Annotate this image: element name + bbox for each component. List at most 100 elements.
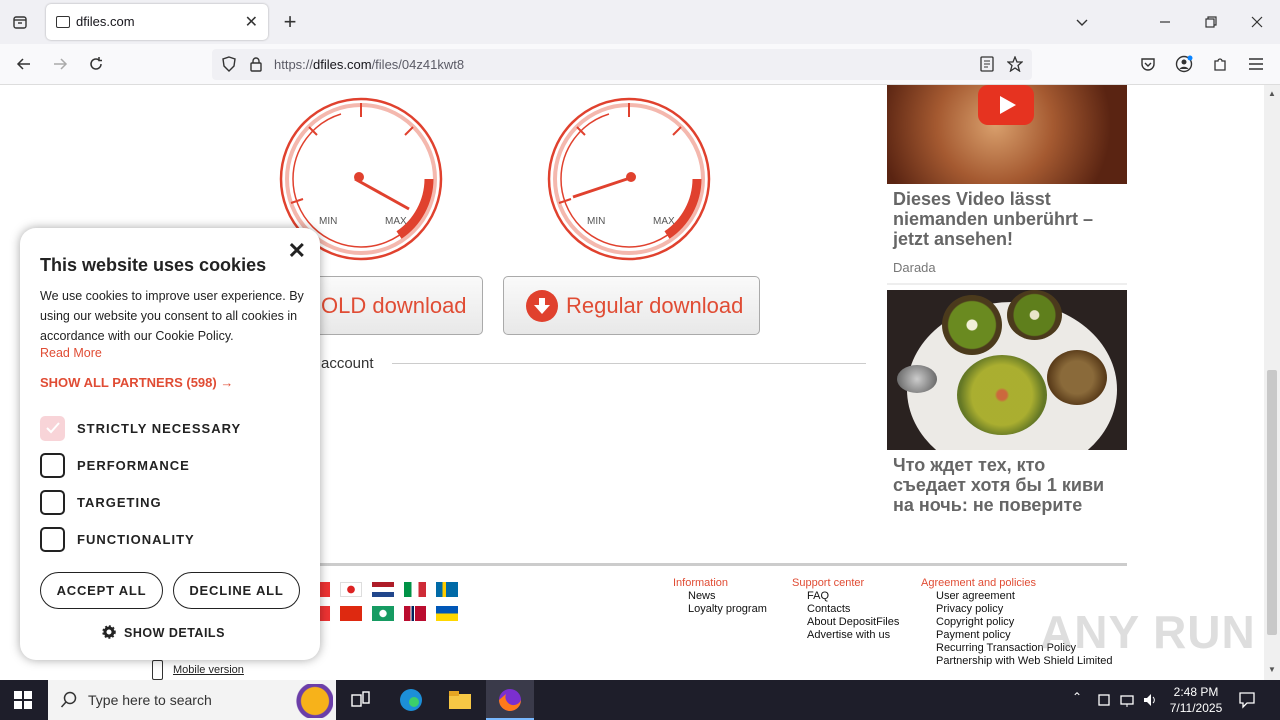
scroll-down-icon[interactable]: ▼ xyxy=(1268,665,1276,674)
flag-sweden-icon[interactable] xyxy=(436,582,458,597)
mobile-version-link[interactable]: Mobile version xyxy=(152,660,244,680)
flag-norway-icon[interactable] xyxy=(404,606,426,621)
flag-icon[interactable] xyxy=(372,606,394,621)
reload-icon[interactable] xyxy=(86,54,106,74)
regular-speed-gauge: MIN MAX xyxy=(547,97,711,261)
cookie-dialog-body: We use cookies to improve user experienc… xyxy=(40,289,304,343)
footer-heading: Agreement and policies xyxy=(921,577,1036,589)
cookie-option-performance[interactable]: PERFORMANCE xyxy=(40,452,310,478)
ad-title[interactable]: Что ждет тех, кто съедает хотя бы 1 киви… xyxy=(893,455,1118,515)
read-more-link[interactable]: Read More xyxy=(40,346,102,360)
gear-icon xyxy=(102,625,116,639)
cookie-option-targeting[interactable]: TARGETING xyxy=(40,489,310,515)
tracking-protection-shield-icon[interactable] xyxy=(220,55,238,73)
checkbox[interactable] xyxy=(40,415,65,441)
flag-china-icon[interactable] xyxy=(340,606,362,621)
firefox-taskbar-button[interactable] xyxy=(486,680,534,720)
footer-link[interactable]: Advertise with us xyxy=(792,629,899,642)
windows-start-icon[interactable] xyxy=(14,691,32,709)
network-icon[interactable] xyxy=(1119,692,1135,708)
mobile-phone-icon xyxy=(152,660,163,680)
firefox-icon xyxy=(499,689,521,711)
pocket-icon[interactable] xyxy=(1138,54,1158,74)
taskbar-search-box[interactable]: Type here to search xyxy=(48,680,336,720)
footer-link[interactable]: User agreement xyxy=(921,590,1113,603)
accept-all-button[interactable]: ACCEPT ALL xyxy=(40,572,163,609)
browser-tab[interactable]: dfiles.com ✕ xyxy=(46,4,268,40)
show-partners-link[interactable]: SHOW ALL PARTNERS (598) → xyxy=(40,375,233,390)
footer-heading: Information xyxy=(673,577,729,589)
scroll-up-icon[interactable]: ▲ xyxy=(1268,89,1276,98)
gold-download-button[interactable]: OLD download xyxy=(300,276,483,335)
page-scrollbar[interactable]: ▲ ▼ xyxy=(1264,85,1280,680)
tab-list-icon[interactable] xyxy=(10,12,30,32)
url-text[interactable]: https://dfiles.com/files/04z41kwt8 xyxy=(274,57,464,72)
cookie-dialog-title: This website uses cookies xyxy=(40,255,267,275)
search-placeholder: Type here to search xyxy=(88,692,212,708)
account-icon[interactable] xyxy=(1174,54,1194,74)
close-icon[interactable]: ✕ xyxy=(288,238,306,264)
cookie-consent-dialog: ✕ This website uses cookies We use cooki… xyxy=(20,228,320,660)
menu-hamburger-icon[interactable] xyxy=(1246,54,1266,74)
flag-ukraine-icon[interactable] xyxy=(436,606,458,621)
close-window-icon[interactable] xyxy=(1247,12,1267,32)
footer-column-information: Information News Loyalty program xyxy=(673,577,767,616)
footer-link[interactable]: News xyxy=(673,590,767,603)
usb-device-icon[interactable] xyxy=(1096,692,1112,708)
back-icon[interactable] xyxy=(14,54,34,74)
cookie-option-label: FUNCTIONALITY xyxy=(77,531,195,547)
taskbar-clock[interactable]: 2:48 PM 7/11/2025 xyxy=(1168,684,1224,716)
gauge-max-label: MAX xyxy=(385,216,407,227)
lock-icon[interactable] xyxy=(247,55,265,73)
new-tab-icon[interactable]: + xyxy=(280,9,300,34)
restore-icon[interactable] xyxy=(1201,12,1221,32)
mobile-version-label: Mobile version xyxy=(173,663,244,676)
checkbox[interactable] xyxy=(40,526,65,552)
decline-all-button[interactable]: DECLINE ALL xyxy=(173,572,300,609)
bookmark-star-icon[interactable] xyxy=(1006,55,1024,73)
cookie-option-strictly-necessary[interactable]: STRICTLY NECESSARY xyxy=(40,415,310,441)
gauge-min-label: MIN xyxy=(587,216,605,227)
address-bar[interactable]: https://dfiles.com/files/04z41kwt8 xyxy=(212,49,1032,80)
forward-icon[interactable] xyxy=(50,54,70,74)
flag-netherlands-icon[interactable] xyxy=(372,582,394,597)
footer-link[interactable]: About DepositFiles xyxy=(792,616,899,629)
cookie-option-functionality[interactable]: FUNCTIONALITY xyxy=(40,526,310,552)
divider xyxy=(887,283,1127,285)
site-favicon-icon xyxy=(56,16,70,28)
notifications-icon[interactable] xyxy=(1238,691,1256,709)
volume-icon[interactable] xyxy=(1142,692,1158,708)
ad-kiwi-image[interactable] xyxy=(887,290,1127,450)
footer-link[interactable]: Contacts xyxy=(792,603,899,616)
play-icon[interactable] xyxy=(978,85,1034,125)
flag-italy-icon[interactable] xyxy=(404,582,426,597)
gauge-max-label: MAX xyxy=(653,216,675,227)
edge-browser-icon[interactable] xyxy=(397,686,425,714)
list-all-tabs-icon[interactable] xyxy=(1072,12,1092,32)
show-details-label: SHOW DETAILS xyxy=(124,626,225,640)
ad-title[interactable]: Dieses Video lässt niemanden unberührt –… xyxy=(893,189,1118,249)
checkbox[interactable] xyxy=(40,489,65,515)
flag-japan-icon[interactable] xyxy=(340,582,362,597)
file-explorer-icon[interactable] xyxy=(446,686,474,714)
anyrun-watermark: ANY RUN xyxy=(1040,606,1256,658)
task-view-icon[interactable] xyxy=(346,686,374,714)
windows-taskbar: Type here to search ⌃ 2:48 PM 7/11/2025 xyxy=(0,680,1280,720)
url-domain: dfiles.com xyxy=(313,57,372,72)
checkbox[interactable] xyxy=(40,452,65,478)
scrollbar-thumb[interactable] xyxy=(1267,370,1277,635)
footer-link[interactable]: Loyalty program xyxy=(673,603,767,616)
url-path: /files/04z41kwt8 xyxy=(371,57,465,72)
footer-column-support: Support center FAQ Contacts About Deposi… xyxy=(792,577,899,642)
tab-close-icon[interactable]: ✕ xyxy=(245,12,258,32)
minimize-icon[interactable] xyxy=(1155,12,1175,32)
regular-download-button[interactable]: Regular download xyxy=(503,276,760,335)
extensions-icon[interactable] xyxy=(1210,54,1230,74)
show-details-button[interactable]: SHOW DETAILS xyxy=(102,625,225,640)
tray-chevron-icon[interactable]: ⌃ xyxy=(1072,690,1082,704)
ad-source: Darada xyxy=(893,260,936,275)
download-arrow-icon xyxy=(526,289,558,322)
account-text[interactable]: account xyxy=(321,355,374,372)
footer-link[interactable]: FAQ xyxy=(792,590,899,603)
reader-view-icon[interactable] xyxy=(978,55,996,73)
